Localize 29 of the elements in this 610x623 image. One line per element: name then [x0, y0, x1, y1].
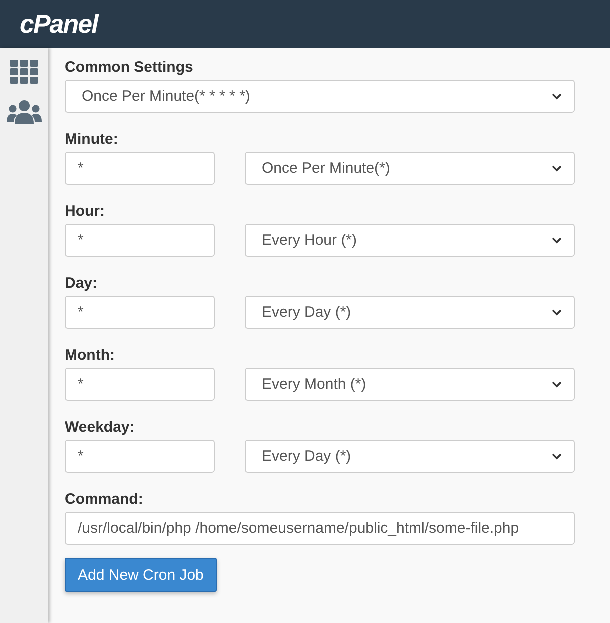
field-label: Common Settings	[65, 58, 194, 78]
dropdown[interactable]: Once Per Minute(*)	[245, 152, 575, 185]
input-field[interactable]: *	[65, 296, 215, 329]
cpanel-logo[interactable]: cPanel	[20, 9, 98, 39]
input-field[interactable]: *	[65, 152, 215, 185]
field-label: Weekday:	[65, 418, 136, 438]
command-input-field[interactable]: /usr/local/bin/php /home/someusername/public_html/some-file.php	[65, 512, 575, 545]
field-label: Month:	[65, 346, 116, 366]
field-label: Minute:	[65, 130, 120, 150]
field-label: Hour:	[65, 202, 106, 222]
dropdown[interactable]: Every Hour (*)	[245, 224, 575, 257]
input-field[interactable]: *	[65, 368, 215, 401]
dropdown[interactable]: Every Day (*)	[245, 296, 575, 329]
dropdown[interactable]: Every Month (*)	[245, 368, 575, 401]
input-field[interactable]: *	[65, 440, 215, 473]
chevron-down-icon	[552, 237, 562, 244]
grid-icon[interactable]	[10, 60, 38, 84]
chevron-down-icon	[552, 453, 562, 460]
chevron-down-icon	[552, 309, 562, 316]
chevron-down-icon	[552, 93, 562, 100]
dropdown[interactable]: Every Day (*)	[245, 440, 575, 473]
input-field[interactable]: *	[65, 224, 215, 257]
chevron-down-icon	[552, 165, 562, 172]
field-label: Command:	[65, 490, 144, 510]
add-cron-job-button[interactable]: Add New Cron Job	[65, 558, 217, 592]
users-icon[interactable]	[6, 100, 42, 124]
dropdown[interactable]: Once Per Minute(* * * * *)	[65, 80, 575, 113]
field-label: Day:	[65, 274, 99, 294]
chevron-down-icon	[552, 381, 562, 388]
